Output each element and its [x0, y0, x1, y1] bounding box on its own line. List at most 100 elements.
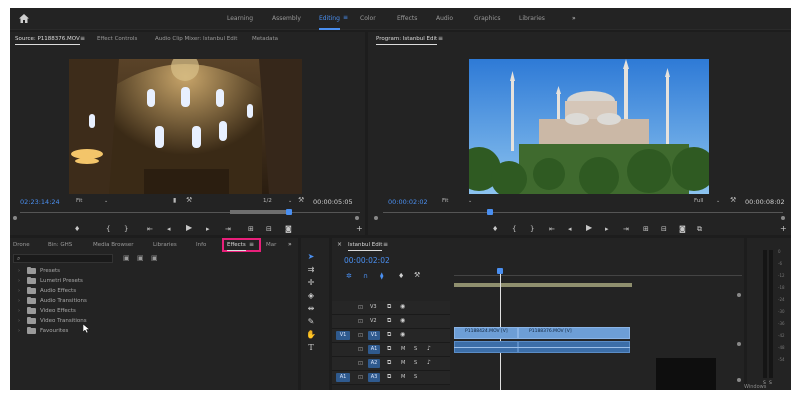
- scroll-end-icon[interactable]: [781, 216, 785, 220]
- comparison-view-icon[interactable]: ⧉: [697, 225, 702, 233]
- scroll-end-icon[interactable]: [355, 216, 359, 220]
- folder-presets[interactable]: › Presets: [18, 266, 60, 276]
- step-back-icon[interactable]: ◂: [167, 225, 171, 233]
- program-menu-icon[interactable]: ≡: [438, 35, 443, 42]
- step-forward-icon[interactable]: ▸: [605, 225, 609, 233]
- workspace-menu-icon[interactable]: ≡: [343, 14, 348, 21]
- program-quality-dropdown[interactable]: Full: [694, 198, 703, 204]
- mark-in-icon[interactable]: {: [512, 225, 516, 233]
- linked-selection-icon[interactable]: ⧫: [380, 272, 383, 280]
- lock-icon[interactable]: ⊡: [358, 360, 363, 367]
- razor-tool-icon[interactable]: ◈: [306, 291, 316, 301]
- scroll-start-icon[interactable]: [13, 216, 17, 220]
- eye-icon[interactable]: ◉: [400, 303, 405, 310]
- folder-video-effects[interactable]: › Video Effects: [18, 306, 76, 316]
- scroll-handle-icon[interactable]: [737, 293, 741, 297]
- home-icon[interactable]: [19, 14, 29, 23]
- mark-in-icon[interactable]: {: [106, 225, 110, 233]
- sync-lock-icon[interactable]: ⧉: [387, 317, 391, 325]
- tab-program[interactable]: Program: Istanbul Edit: [376, 36, 438, 45]
- sync-lock-icon[interactable]: ⧉: [387, 373, 391, 381]
- step-back-icon[interactable]: ◂: [568, 225, 572, 233]
- tab-istanbul-edit[interactable]: Istanbul Edit: [348, 242, 383, 251]
- tab-info[interactable]: Info: [196, 242, 206, 248]
- accelerated-effects-icon[interactable]: ▣: [123, 254, 130, 262]
- 32bit-effects-icon[interactable]: ▣: [137, 254, 144, 262]
- lift-icon[interactable]: ⊞: [643, 225, 649, 233]
- chevron-down-icon[interactable]: ⌄: [288, 198, 292, 204]
- hand-tool-icon[interactable]: ✋: [306, 330, 316, 340]
- tab-effects[interactable]: Effects: [227, 242, 246, 251]
- video-clip[interactable]: P1188376.MOV [V]: [518, 327, 630, 339]
- add-marker-icon[interactable]: ♦: [492, 225, 498, 233]
- scroll-handle-icon[interactable]: [737, 378, 741, 382]
- add-button-icon[interactable]: +: [780, 225, 787, 233]
- lock-icon[interactable]: ⊡: [358, 346, 363, 353]
- mute-button[interactable]: M: [401, 346, 405, 352]
- source-patch-v1[interactable]: V1: [336, 331, 350, 340]
- wrench-icon[interactable]: ⚒: [186, 196, 192, 204]
- solo-right-button[interactable]: S: [769, 381, 772, 386]
- settings-wrench-icon[interactable]: ⚒: [298, 196, 304, 204]
- source-menu-icon[interactable]: ≡: [80, 35, 85, 42]
- microphone-icon[interactable]: ♪: [427, 345, 431, 352]
- chevron-down-icon[interactable]: ⌄: [716, 198, 720, 204]
- step-forward-icon[interactable]: ▸: [206, 225, 210, 233]
- solo-button[interactable]: S: [414, 360, 417, 366]
- track-label[interactable]: A2: [368, 359, 380, 368]
- eye-icon[interactable]: ◉: [400, 317, 405, 324]
- eye-icon[interactable]: ◉: [400, 331, 405, 338]
- export-frame-icon[interactable]: ◙: [285, 225, 292, 233]
- lock-icon[interactable]: ⊡: [358, 304, 363, 311]
- clip-icon[interactable]: ▮: [173, 197, 176, 204]
- sync-lock-icon[interactable]: ⧉: [387, 303, 391, 311]
- program-time-ruler[interactable]: [383, 209, 783, 215]
- scroll-handle-icon[interactable]: [737, 342, 741, 346]
- folder-favourites[interactable]: › Favourites: [18, 326, 68, 336]
- tab-metadata[interactable]: Metadata: [252, 36, 278, 42]
- solo-button[interactable]: S: [414, 346, 417, 352]
- selection-tool-icon[interactable]: ➤: [306, 252, 316, 262]
- tab-effect-controls[interactable]: Effect Controls: [97, 36, 137, 42]
- source-fit-dropdown[interactable]: Fit: [76, 198, 82, 204]
- mute-button[interactable]: M: [401, 374, 405, 380]
- extract-icon[interactable]: ⊟: [661, 225, 667, 233]
- chevron-down-icon[interactable]: ⌄: [468, 198, 472, 204]
- tab-media-browser[interactable]: Media Browser: [93, 242, 134, 248]
- go-to-in-icon[interactable]: ⇤: [549, 225, 555, 233]
- folder-audio-effects[interactable]: › Audio Effects: [18, 286, 76, 296]
- pen-tool-icon[interactable]: ✎: [306, 317, 316, 327]
- timeline-menu-icon[interactable]: ≡: [383, 241, 388, 248]
- mute-button[interactable]: M: [401, 360, 405, 366]
- lock-icon[interactable]: ⊡: [358, 318, 363, 325]
- scroll-start-icon[interactable]: [374, 216, 378, 220]
- play-button[interactable]: ▶: [586, 224, 592, 232]
- settings-wrench-icon[interactable]: ⚒: [730, 196, 736, 204]
- workspace-libraries[interactable]: Libraries: [519, 15, 545, 22]
- track-label[interactable]: A1: [368, 345, 380, 354]
- tab-audio-clip-mixer[interactable]: Audio Clip Mixer: Istanbul Edit: [155, 36, 237, 42]
- mark-out-icon[interactable]: }: [124, 225, 128, 233]
- track-select-tool-icon[interactable]: ⇉: [306, 265, 316, 275]
- tab-markers[interactable]: Mar: [266, 242, 276, 248]
- work-area-bar[interactable]: [454, 283, 632, 287]
- source-patch-a1[interactable]: A1: [336, 373, 350, 382]
- tab-bin-ghs[interactable]: Bin: GHS: [48, 242, 72, 248]
- folder-lumetri-presets[interactable]: › Lumetri Presets: [18, 276, 83, 286]
- source-zoom-dropdown[interactable]: 1/2: [263, 198, 272, 204]
- ripple-edit-tool-icon[interactable]: ✛: [306, 278, 316, 288]
- add-marker-icon[interactable]: ♦: [74, 225, 80, 233]
- go-to-out-icon[interactable]: ⇥: [225, 225, 231, 233]
- snap-magnet-icon[interactable]: ∩: [363, 272, 368, 280]
- track-label[interactable]: V1: [368, 331, 380, 340]
- nest-icon[interactable]: ✲: [346, 272, 352, 280]
- more-panels-icon[interactable]: »: [288, 241, 292, 248]
- workspace-graphics[interactable]: Graphics: [474, 15, 501, 22]
- sync-lock-icon[interactable]: ⧉: [387, 359, 391, 367]
- go-to-in-icon[interactable]: ⇤: [147, 225, 153, 233]
- chevron-down-icon[interactable]: ⌄: [104, 198, 108, 204]
- workspace-audio[interactable]: Audio: [436, 15, 453, 22]
- close-icon[interactable]: ×: [337, 241, 342, 248]
- tab-source[interactable]: Source: P1188376.MOV: [15, 36, 80, 45]
- source-time-ruler[interactable]: [20, 209, 360, 215]
